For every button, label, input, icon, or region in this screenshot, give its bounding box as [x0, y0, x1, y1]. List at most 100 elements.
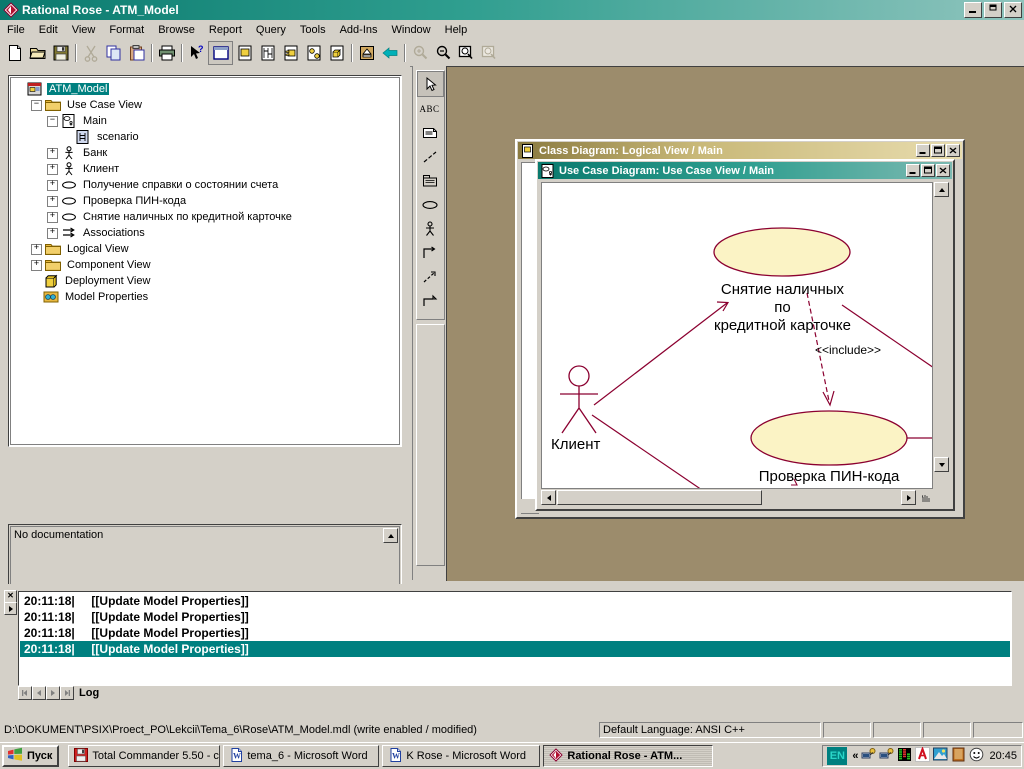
open-icon[interactable]: [26, 42, 49, 64]
log-entry[interactable]: 20:11:18| [[Update Model Properties]]: [20, 609, 1010, 625]
tree-item[interactable]: − Main: [15, 113, 399, 129]
tree-expand-icon[interactable]: +: [47, 147, 58, 159]
browse-deployment-diagram-icon[interactable]: [325, 42, 348, 64]
log-sheet-tab[interactable]: Log: [77, 687, 103, 699]
tray-expand-chevron-icon[interactable]: «: [852, 750, 858, 762]
use-case-diagram-titlebar[interactable]: Use Case Diagram: Use Case View / Main: [538, 162, 952, 179]
log-first-tab-button[interactable]: [18, 686, 32, 700]
log-entry[interactable]: 20:11:18| [[Update Model Properties]]: [20, 593, 1010, 609]
browse-class-diagram-icon[interactable]: [208, 40, 233, 65]
log-restore-button[interactable]: [4, 602, 17, 615]
tree-expand-icon[interactable]: +: [47, 163, 58, 175]
log-next-tab-button[interactable]: [46, 686, 60, 700]
use-case-diagram-close-button[interactable]: [936, 164, 950, 177]
generalization-tool[interactable]: [417, 289, 442, 313]
tree-item[interactable]: + Клиент: [15, 161, 399, 177]
tree-item[interactable]: + Logical View: [15, 241, 399, 257]
menu-item-addins[interactable]: Add-Ins: [333, 22, 385, 38]
documentation-text[interactable]: No documentation: [14, 529, 103, 541]
save-icon[interactable]: [49, 42, 72, 64]
log-last-tab-button[interactable]: [60, 686, 74, 700]
diagram-resize-grip-icon[interactable]: [917, 490, 933, 505]
menu-item-query[interactable]: Query: [249, 22, 293, 38]
diagram-scroll-up-button[interactable]: [934, 182, 949, 197]
tree-collapse-icon[interactable]: −: [31, 99, 42, 111]
taskbar-button-total-commander[interactable]: Total Commander 5.50 - cat: [68, 745, 221, 767]
browse-use-case-diagram-icon[interactable]: [233, 42, 256, 64]
diagram-hscroll-thumb[interactable]: [557, 490, 762, 505]
cut-icon[interactable]: [79, 42, 102, 64]
language-indicator[interactable]: EN: [827, 747, 848, 765]
tree-item[interactable]: + Проверка ПИН-кода: [15, 193, 399, 209]
fit-in-window-icon[interactable]: [454, 42, 477, 64]
tree-item[interactable]: − Use Case View: [15, 97, 399, 113]
anchor-note-tool[interactable]: [417, 145, 442, 169]
package-tool[interactable]: [417, 169, 442, 193]
browse-previous-icon[interactable]: [378, 42, 401, 64]
paste-icon[interactable]: [125, 42, 148, 64]
tree-expand-icon[interactable]: +: [47, 179, 58, 191]
taskbar-button-krose-word[interactable]: W K Rose - Microsoft Word: [382, 745, 541, 767]
zoom-in-icon[interactable]: [408, 42, 431, 64]
class-diagram-titlebar[interactable]: Class Diagram: Logical View / Main: [518, 142, 962, 159]
tree-item[interactable]: + Component View: [15, 257, 399, 273]
use-case-diagram-hscrollbar[interactable]: [541, 490, 933, 505]
menu-item-format[interactable]: Format: [102, 22, 151, 38]
class-diagram-maximize-button[interactable]: [931, 144, 945, 157]
use-case-diagram-minimize-button[interactable]: [906, 164, 920, 177]
diagram-scroll-left-button[interactable]: [541, 490, 556, 505]
taskbar-button-tema6-word[interactable]: W tema_6 - Microsoft Word: [223, 745, 380, 767]
diagram-scroll-down-button[interactable]: [934, 457, 949, 472]
class-diagram-close-button[interactable]: [946, 144, 960, 157]
unidirectional-association-tool[interactable]: [417, 241, 442, 265]
tree-item[interactable]: Deployment View: [15, 273, 399, 289]
tree-expand-icon[interactable]: +: [31, 259, 42, 271]
ati-icon[interactable]: [915, 745, 931, 765]
smiley-icon[interactable]: [969, 747, 984, 765]
log-prev-tab-button[interactable]: [32, 686, 46, 700]
zoom-out-icon[interactable]: [431, 42, 454, 64]
copy-icon[interactable]: [102, 42, 125, 64]
log-entry[interactable]: 20:11:18| [[Update Model Properties]]: [20, 641, 1010, 657]
display-icon[interactable]: [933, 747, 948, 765]
start-button[interactable]: Пуск: [2, 745, 60, 767]
note-tool[interactable]: [417, 121, 442, 145]
model-tree[interactable]: ATM_Model − Use Case View − Main scenario + Бан…: [11, 78, 399, 305]
tree-expand-icon[interactable]: +: [31, 243, 42, 255]
undo-fit-icon[interactable]: [477, 42, 500, 64]
browse-state-machine-diagram-icon[interactable]: [302, 42, 325, 64]
use-case-diagram-maximize-button[interactable]: [921, 164, 935, 177]
browse-interaction-diagram-icon[interactable]: [256, 42, 279, 64]
use-case-tool[interactable]: [417, 193, 442, 217]
tree-collapse-icon[interactable]: −: [47, 115, 58, 127]
memory-meter-icon[interactable]: [897, 747, 912, 765]
tree-expand-icon[interactable]: +: [47, 227, 58, 239]
tree-expand-icon[interactable]: +: [47, 211, 58, 223]
diagram-scroll-right-button[interactable]: [901, 490, 916, 505]
volume-icon[interactable]: [951, 747, 966, 765]
tree-item[interactable]: + Банк: [15, 145, 399, 161]
log-list[interactable]: 20:11:18| [[Update Model Properties]] 20:…: [18, 591, 1012, 686]
menu-item-help[interactable]: Help: [438, 22, 475, 38]
class-diagram-minimize-button[interactable]: [916, 144, 930, 157]
context-help-icon[interactable]: ?: [185, 42, 208, 64]
taskbar-button-rational-rose[interactable]: Rational Rose - ATM...: [543, 745, 714, 767]
menu-item-view[interactable]: View: [65, 22, 103, 38]
text-tool[interactable]: ABC: [417, 97, 442, 121]
print-icon[interactable]: [155, 42, 178, 64]
tree-item[interactable]: ATM_Model: [15, 81, 399, 97]
scroll-up-button[interactable]: [383, 528, 398, 543]
menu-item-browse[interactable]: Browse: [151, 22, 202, 38]
browse-parent-icon[interactable]: [355, 42, 378, 64]
tree-item[interactable]: Model Properties: [15, 289, 399, 305]
actor-tool[interactable]: [417, 217, 442, 241]
network-icon[interactable]: [879, 747, 894, 765]
menu-item-file[interactable]: File: [0, 22, 32, 38]
network-icon[interactable]: [861, 747, 876, 765]
menu-item-report[interactable]: Report: [202, 22, 249, 38]
tree-item[interactable]: + Получение справки о состоянии счета: [15, 177, 399, 193]
minimize-button[interactable]: [964, 2, 982, 18]
restore-button[interactable]: [984, 2, 1002, 18]
selection-tool[interactable]: [417, 71, 444, 97]
tree-item[interactable]: + Снятие наличных по кредитной карточке: [15, 209, 399, 225]
